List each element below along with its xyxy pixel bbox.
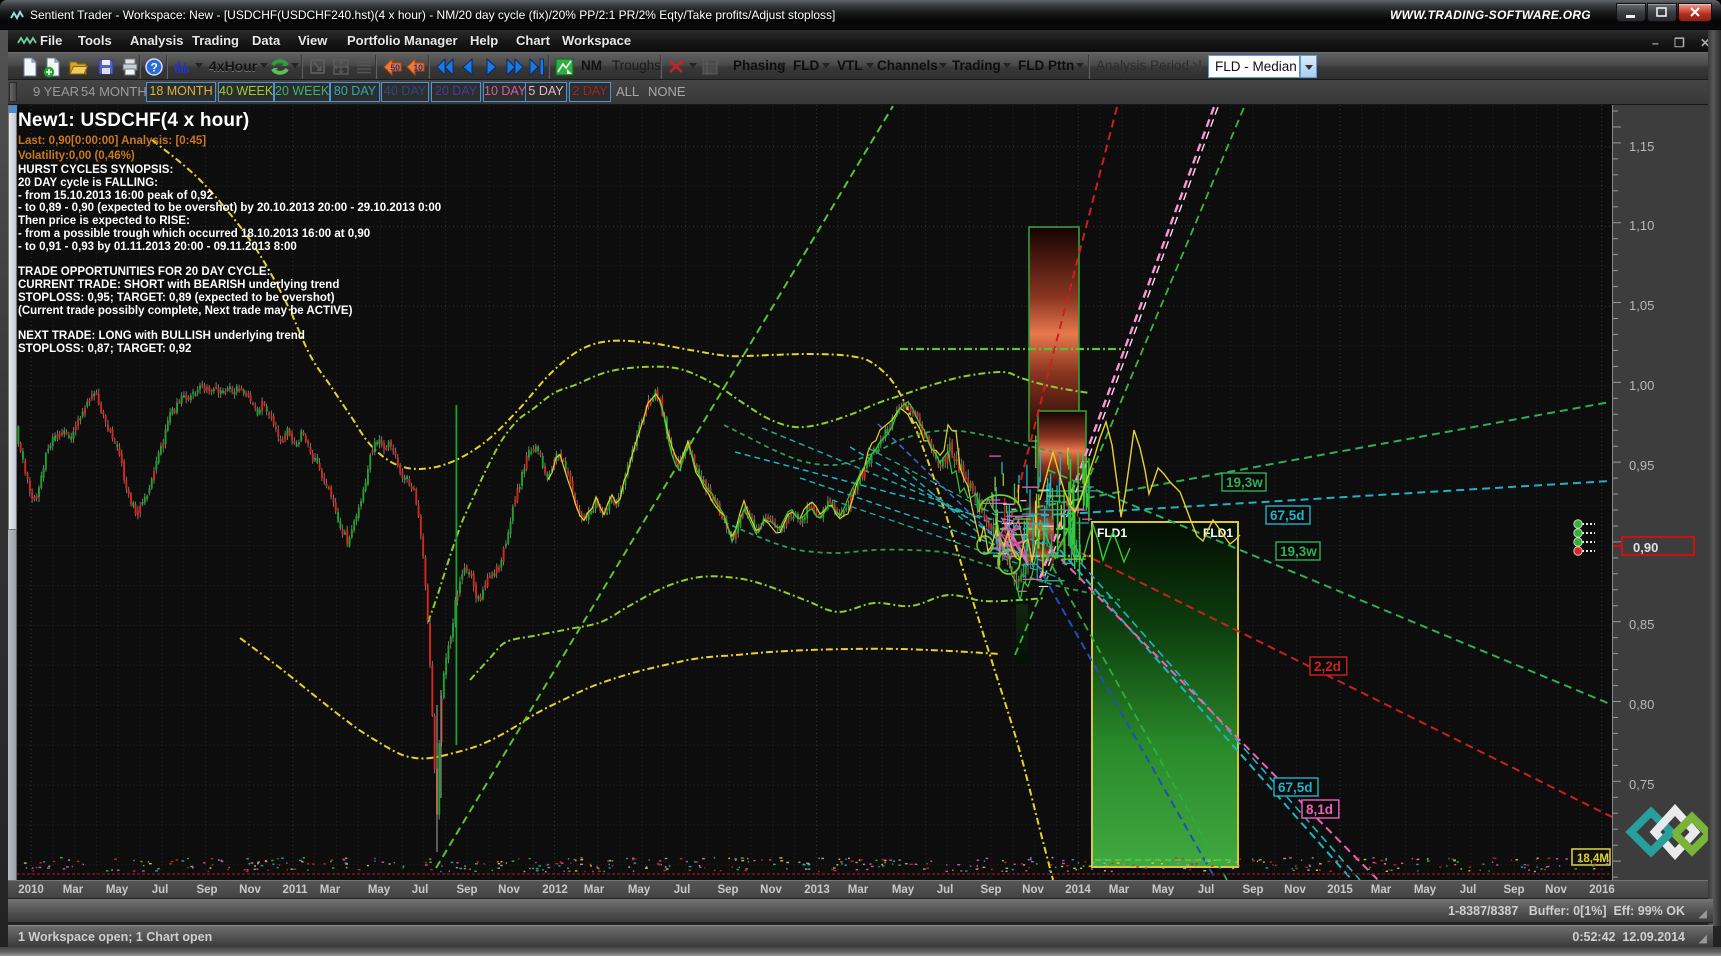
svg-text:10: 10 [414, 63, 424, 73]
svg-text:8,1d: 8,1d [1306, 802, 1333, 817]
svg-text:18,4M: 18,4M [1577, 853, 1609, 865]
svg-text:67,5d: 67,5d [1278, 780, 1313, 795]
svg-text:19,3w: 19,3w [1280, 544, 1317, 559]
svg-text:67,5d: 67,5d [1270, 508, 1305, 523]
svg-text:2,2d: 2,2d [1314, 659, 1341, 674]
svg-text:?: ? [151, 61, 158, 75]
svg-text:50: 50 [391, 63, 401, 73]
svg-text:19,3w: 19,3w [1226, 475, 1263, 490]
